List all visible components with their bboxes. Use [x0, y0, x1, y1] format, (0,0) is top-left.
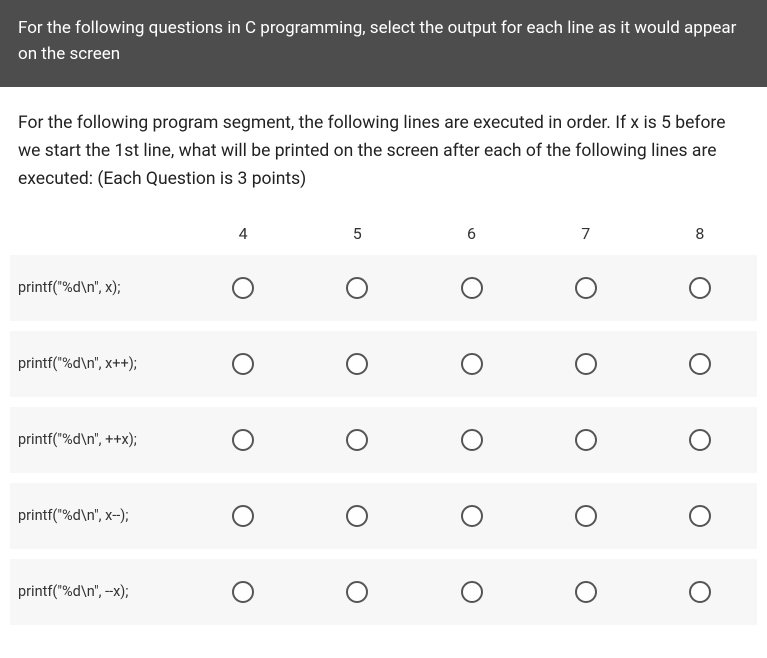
question-row: printf("%d\n", x++); [10, 331, 757, 397]
column-header: 6 [414, 224, 528, 243]
column-header: 4 [186, 224, 300, 243]
question-row: printf("%d\n", --x); [10, 559, 757, 625]
question-row: printf("%d\n", ++x); [10, 407, 757, 473]
radio-option[interactable] [346, 505, 368, 527]
radio-option[interactable] [346, 353, 368, 375]
row-label: printf("%d\n", x); [10, 278, 186, 298]
radio-option[interactable] [689, 277, 711, 299]
question-instructions: For the following program segment, the f… [0, 87, 767, 203]
answer-grid: 4 5 6 7 8 printf("%d\n", x); printf("%d\… [0, 203, 767, 645]
radio-option[interactable] [461, 277, 483, 299]
question-row: printf("%d\n", x); [10, 255, 757, 321]
radio-option[interactable] [461, 353, 483, 375]
radio-option[interactable] [346, 429, 368, 451]
column-header: 7 [529, 224, 643, 243]
radio-option[interactable] [232, 353, 254, 375]
radio-option[interactable] [346, 581, 368, 603]
column-header: 8 [643, 224, 757, 243]
header-text: For the following questions in C program… [18, 18, 736, 64]
question-row: printf("%d\n", x--); [10, 483, 757, 549]
radio-option[interactable] [575, 277, 597, 299]
instructions-text: For the following program segment, the f… [18, 113, 725, 189]
row-label: printf("%d\n", x--); [10, 506, 186, 526]
question-header: For the following questions in C program… [0, 0, 767, 87]
radio-option[interactable] [232, 429, 254, 451]
radio-option[interactable] [461, 505, 483, 527]
radio-option[interactable] [461, 429, 483, 451]
radio-option[interactable] [575, 429, 597, 451]
radio-option[interactable] [232, 581, 254, 603]
radio-option[interactable] [689, 429, 711, 451]
radio-option[interactable] [346, 277, 368, 299]
row-label: printf("%d\n", --x); [10, 582, 186, 602]
radio-option[interactable] [575, 353, 597, 375]
radio-option[interactable] [232, 505, 254, 527]
column-header: 5 [300, 224, 414, 243]
radio-option[interactable] [689, 581, 711, 603]
column-header-row: 4 5 6 7 8 [10, 211, 757, 255]
radio-option[interactable] [689, 353, 711, 375]
row-label: printf("%d\n", ++x); [10, 430, 186, 450]
radio-option[interactable] [232, 277, 254, 299]
radio-option[interactable] [575, 581, 597, 603]
radio-option[interactable] [575, 505, 597, 527]
radio-option[interactable] [461, 581, 483, 603]
row-label: printf("%d\n", x++); [10, 354, 186, 374]
radio-option[interactable] [689, 505, 711, 527]
